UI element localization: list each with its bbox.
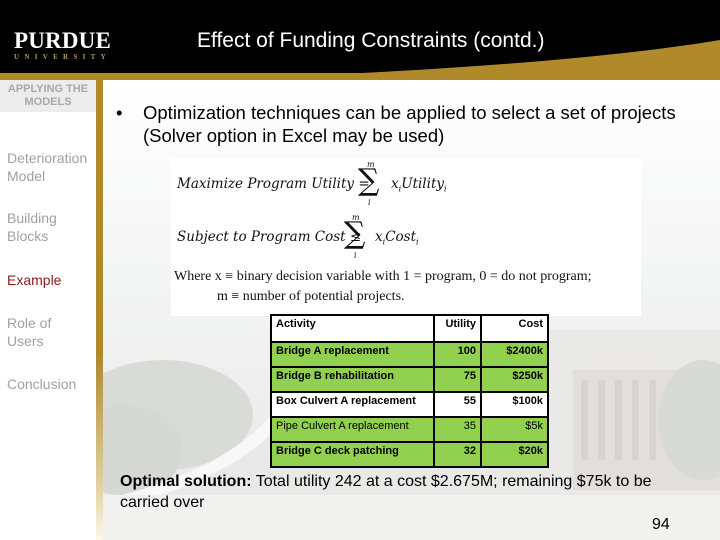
sidebar-item-conclusion[interactable]: Conclusion [7,375,97,393]
cell-activity: Pipe Culvert A replacement [270,416,435,443]
sidebar-item-example[interactable]: Example [7,271,97,289]
slide-content: • Optimization techniques can be applied… [103,80,720,540]
purdue-logo: PURDUE UNIVERSITY [14,28,112,61]
sidebar-divider [96,80,103,540]
cell-activity: Bridge B rehabilitation [270,366,435,393]
bullet-point: • Optimization techniques can be applied… [116,101,676,147]
sidebar-section-title: APPLYING THE MODELS [0,80,96,112]
sidebar-item-deterioration-model[interactable]: Deterioration Model [7,149,97,185]
table-row: Bridge B rehabilitation 75 $250k [270,366,549,393]
solution-label: Optimal solution: [120,473,252,490]
slide-title: Effect of Funding Constraints (contd.) [197,29,545,52]
activities-table: Activity Utility Cost Bridge A replaceme… [270,314,549,468]
column-header-utility: Utility [433,314,482,343]
cell-cost: $2400k [480,341,549,368]
column-header-activity: Activity [270,314,435,343]
cell-utility: 55 [433,391,482,418]
optimization-formula: Maximize Program Utility = m ∑ i xiUtili… [171,158,641,316]
objective-lhs: Maximize Program Utility = [177,176,370,192]
table-row: Bridge A replacement 100 $2400k [270,341,549,368]
column-header-cost: Cost [480,314,549,343]
objective-sigma: ∑ [358,163,380,198]
logo-wordmark: PURDUE [14,28,112,53]
sidebar-item-building-blocks[interactable]: Building Blocks [7,209,97,245]
cell-utility: 32 [433,441,482,468]
constraint-index: i [354,251,357,260]
objective-term: xiUtilityi [391,176,447,194]
bullet-marker: • [116,102,123,123]
bullet-text: Optimization techniques can be applied t… [143,102,676,146]
definition-m: m ≡ number of potential projects. [217,289,405,304]
definition-x: Where x ≡ binary decision variable with … [174,269,592,284]
table-row: Box Culvert A replacement 55 $100k [270,391,549,418]
cell-cost: $5k [480,416,549,443]
logo-subtitle: UNIVERSITY [14,53,111,61]
constraint-lhs: Subject to Program Cost ≤ [177,229,362,245]
sidebar-nav: APPLYING THE MODELS Deterioration Model … [0,80,96,540]
objective-index: i [368,198,371,207]
variable-definitions: Where x ≡ binary decision variable with … [174,267,592,307]
sidebar-item-role-of-users[interactable]: Role of Users [7,314,77,350]
table-header-row: Activity Utility Cost [270,314,549,343]
optimal-solution-text: Optimal solution: Total utility 242 at a… [120,471,690,513]
slide-header: PURDUE UNIVERSITY Effect of Funding Cons… [0,0,720,80]
cell-cost: $20k [480,441,549,468]
cell-cost: $250k [480,366,549,393]
cell-utility: 35 [433,416,482,443]
page-number: 94 [652,516,670,533]
cell-utility: 100 [433,341,482,368]
cell-cost: $100k [480,391,549,418]
table-row: Pipe Culvert A replacement 35 $5k [270,416,549,443]
constraint-sigma: ∑ [344,216,366,251]
cell-activity: Box Culvert A replacement [270,391,435,418]
table-row: Bridge C deck patching 32 $20k [270,441,549,468]
cell-activity: Bridge C deck patching [270,441,435,468]
cell-utility: 75 [433,366,482,393]
constraint-term: xiCosti [375,229,419,247]
cell-activity: Bridge A replacement [270,341,435,368]
